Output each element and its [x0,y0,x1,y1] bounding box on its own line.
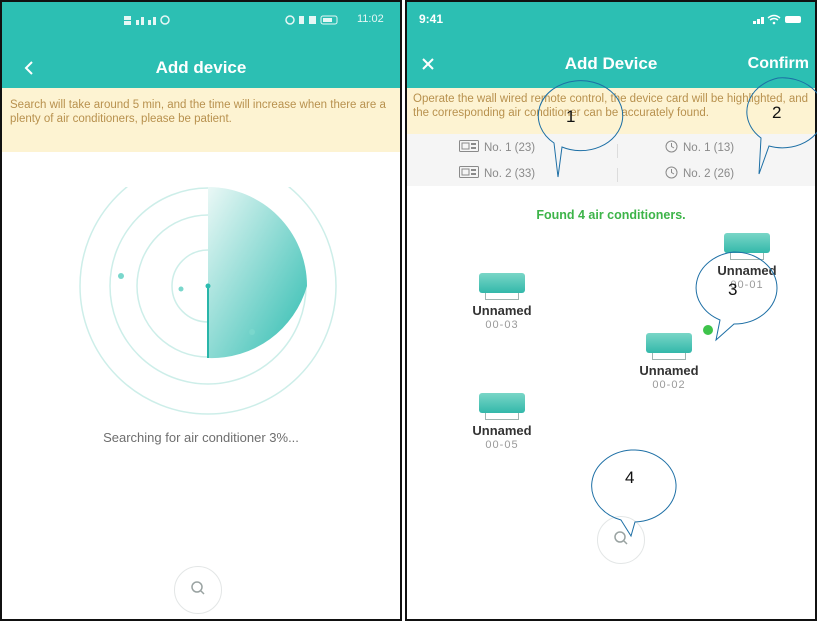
status-time: 9:41 [419,12,444,26]
found-count: Found 4 air conditioners. [536,208,686,222]
stat-text: No. 1 (23) [484,141,536,154]
search-notice: Search will take around 5 min, and the t… [2,88,400,152]
callout-number: 3 [728,280,738,299]
device-code: 00-02 [652,379,686,391]
stat-text: No. 2 (33) [484,167,536,180]
clock-icon [665,140,678,156]
search-icon [190,580,206,601]
callout-2 [746,77,817,175]
radar-sweep [208,187,307,359]
device-code: 00-03 [485,319,519,331]
callout-3 [695,251,778,342]
system-icons [285,14,355,29]
stat-text: No. 2 (26) [683,168,735,180]
app-header: 11:02 Add device [2,2,400,88]
left-phone-screen: 11:02 Add device Search will take around… [0,0,402,621]
radar-blip [178,286,184,292]
stat-item: No. 1 (23) [459,140,535,155]
air-conditioner-icon [479,273,525,300]
status-time: 11:02 [357,13,384,25]
stat-item: No. 2 (33) [459,166,535,181]
radar-blip [249,329,255,335]
stat-item: No. 2 (26) [665,166,734,182]
device-name: Unnamed [472,423,532,438]
wired-controller-icon [459,166,479,181]
wired-controller-icon [459,140,479,155]
radar-blip [118,273,124,279]
status-bar: 11:02 [2,2,400,36]
device-code: 00-05 [485,439,519,451]
signal-wifi-battery-icons [753,13,803,28]
device-card-00-03[interactable]: Unnamed 00-03 [457,273,547,331]
clock-icon [665,166,678,182]
air-conditioner-icon [479,393,525,420]
stat-text: No. 1 (13) [683,142,735,154]
callout-number: 4 [625,468,635,487]
callout-4 [591,449,677,538]
callout-number: 1 [566,107,576,126]
search-button[interactable] [174,566,222,614]
radar-blip [205,283,211,289]
callout-number: 2 [772,103,782,122]
search-status: Searching for air conditioner 3%... [103,430,299,445]
device-name: Unnamed [472,303,532,318]
device-name: Unnamed [639,363,699,378]
page-title: Add device [155,58,247,77]
status-bar: 9:41 [407,2,815,36]
air-conditioner-icon [646,333,692,360]
stat-item: No. 1 (13) [665,140,734,156]
radar-scanner [79,187,337,415]
nav-bar: Add device [2,48,400,88]
device-card-00-05[interactable]: Unnamed 00-05 [457,393,547,451]
callout-1 [537,80,624,178]
signal-icons [124,14,170,29]
